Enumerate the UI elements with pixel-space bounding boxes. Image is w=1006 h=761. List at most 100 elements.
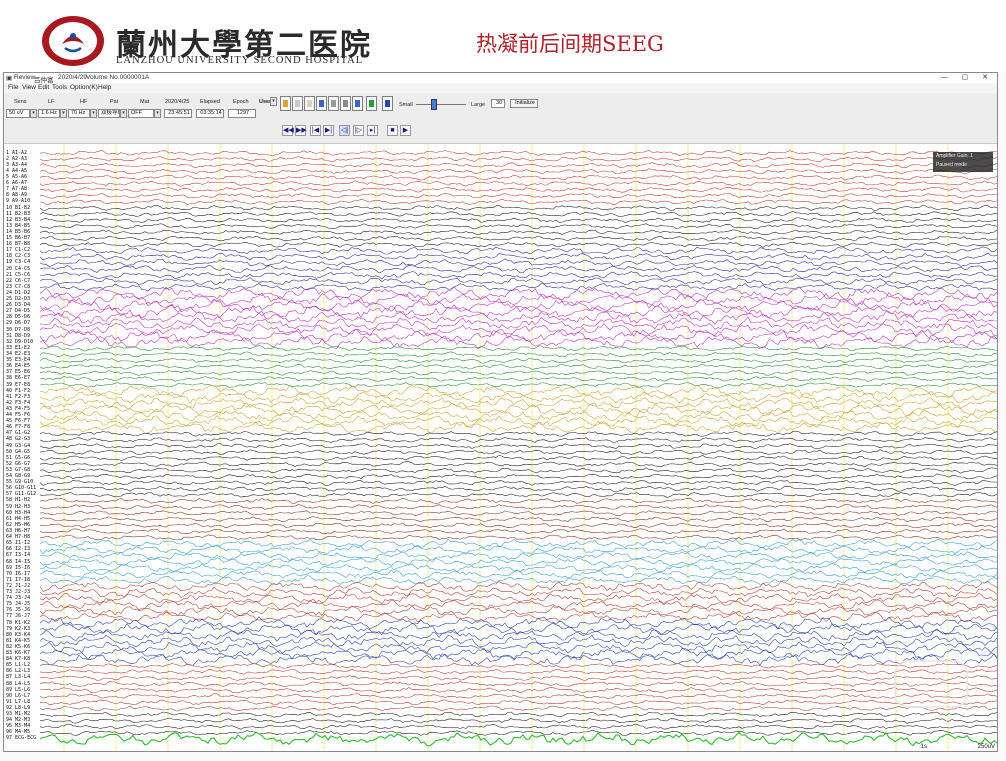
- channel-label[interactable]: 78 K1-K2: [6, 620, 30, 626]
- play-icon[interactable]: ▶: [400, 125, 411, 136]
- channel-label[interactable]: 60 H3-H4: [6, 510, 30, 516]
- channel-label[interactable]: 79 K2-K3: [6, 626, 30, 632]
- initialize-button[interactable]: Initialize: [510, 99, 538, 108]
- step-back-icon[interactable]: ◁|: [339, 125, 350, 136]
- size-slider-thumb[interactable]: [431, 99, 437, 110]
- print-icon[interactable]: [340, 96, 351, 111]
- jump-end-icon[interactable]: ▸|: [367, 125, 378, 136]
- sens-dropdown-icon[interactable]: ▾: [30, 109, 37, 118]
- channel-label[interactable]: 10 B1-B2: [6, 205, 30, 211]
- slide-title: 热凝前后间期SEEG: [476, 32, 664, 56]
- size-slider-track[interactable]: [416, 104, 466, 105]
- hf-select[interactable]: 70 Hz: [68, 109, 90, 118]
- channel-label[interactable]: 97 ECG-ECG: [6, 736, 36, 741]
- channel-label[interactable]: 51 G5-G6: [6, 455, 30, 461]
- channel-label[interactable]: 9 A9-A10: [6, 199, 30, 204]
- step-forward-icon[interactable]: |▷: [353, 125, 364, 136]
- channel-label[interactable]: 11 B2-B3: [6, 211, 30, 217]
- channel-label[interactable]: 80 K3-K4: [6, 632, 30, 638]
- menu-tools[interactable]: Tools: [52, 84, 67, 91]
- eeg-trace: [39, 363, 997, 370]
- channel-label[interactable]: 40 F1-F2: [6, 388, 30, 394]
- channel-label[interactable]: 59 H2-H3: [6, 504, 30, 510]
- menu-file[interactable]: File: [8, 84, 18, 91]
- skip-end-icon[interactable]: ▶|: [323, 125, 334, 136]
- channel-label[interactable]: 87 L3-L4: [6, 675, 30, 680]
- sens-select[interactable]: 50 uV: [6, 109, 30, 118]
- channel-label[interactable]: 77 J6-J7: [6, 614, 30, 619]
- channel-label[interactable]: 50 G4-G5: [6, 449, 30, 455]
- channel-label[interactable]: 32 D9-D10: [6, 339, 33, 345]
- status-overlay: Amplifier Gain: 1 Paused mode: [933, 152, 993, 172]
- skip-start-icon[interactable]: |◀: [310, 125, 321, 136]
- channel-label[interactable]: 58 H1-H2: [6, 498, 30, 503]
- mat-dropdown-icon[interactable]: ▾: [154, 109, 161, 118]
- size-value-field[interactable]: 30: [491, 99, 505, 108]
- channel-label[interactable]: 88 L4-L5: [6, 681, 30, 687]
- channel-label[interactable]: 38 E6-E7: [6, 376, 30, 381]
- pat-select[interactable]: 双极导联: [98, 109, 120, 118]
- export-icon[interactable]: [352, 96, 363, 111]
- eeg-trace: [39, 455, 997, 461]
- wave-icon[interactable]: [366, 96, 377, 111]
- channel-label[interactable]: 70 I6-I7: [6, 571, 30, 577]
- stop-icon[interactable]: ■: [387, 125, 398, 136]
- eeg-trace: [39, 485, 997, 492]
- channel-label[interactable]: 22 C6-C7: [6, 278, 30, 284]
- channel-label[interactable]: 61 H4-H5: [6, 516, 30, 522]
- eeg-trace: [39, 282, 997, 292]
- pat-label: Pat: [110, 99, 119, 105]
- channel-label[interactable]: 19 C3-C4: [6, 260, 30, 265]
- channel-label[interactable]: 67 I3-I4: [6, 553, 30, 558]
- eeg-trace: [39, 480, 997, 486]
- channel-label[interactable]: 69 I5-I6: [6, 565, 30, 571]
- eeg-trace: [39, 611, 997, 623]
- channel-label[interactable]: 90 L6-L7: [6, 693, 30, 699]
- channel-label[interactable]: 29 D6-D7: [6, 321, 30, 326]
- channel-label[interactable]: 20 C4-C5: [6, 266, 30, 272]
- channel-label[interactable]: 2 A2-A3: [6, 156, 27, 162]
- window-controls[interactable]: — ▢ ✕: [941, 73, 994, 81]
- menu-help[interactable]: Help: [98, 84, 111, 91]
- eeg-trace: [39, 443, 997, 449]
- camera-icon[interactable]: [328, 96, 339, 111]
- menu-option[interactable]: Option(K): [70, 84, 98, 91]
- channel-label[interactable]: 89 L5-L6: [6, 687, 30, 693]
- channel-label[interactable]: 39 E7-E8: [6, 382, 30, 388]
- channel-label[interactable]: 31 D8-D9: [6, 333, 30, 339]
- pat-dropdown-icon[interactable]: ▾: [120, 109, 127, 118]
- eeg-trace: [39, 605, 997, 617]
- channel-label[interactable]: 30 D7-D8: [6, 327, 30, 333]
- eeg-trace: [39, 580, 997, 592]
- hf-dropdown-icon[interactable]: ▾: [90, 109, 97, 118]
- channel-label[interactable]: 41 F2-F3: [6, 394, 30, 400]
- user-dropdown-icon[interactable]: ▾: [270, 97, 277, 106]
- open-file-icon[interactable]: [280, 96, 291, 111]
- date-label: 2020/4/25: [165, 99, 190, 105]
- edit-icon[interactable]: [292, 96, 303, 111]
- save-icon[interactable]: [382, 96, 393, 111]
- time-scale-label: 1s: [920, 744, 927, 750]
- mat-select[interactable]: OFF: [128, 109, 154, 118]
- eeg-trace: [39, 192, 997, 199]
- rewind-fast-icon[interactable]: ◀◀: [282, 125, 294, 136]
- eeg-trace: [39, 491, 997, 498]
- lf-select[interactable]: 1.6 Hz: [38, 109, 60, 118]
- channel-label[interactable]: 48 G2-G3: [6, 437, 30, 442]
- lf-dropdown-icon[interactable]: ▾: [60, 109, 67, 118]
- channel-label[interactable]: 49 G3-G4: [6, 443, 30, 449]
- eeg-trace: [39, 329, 997, 344]
- menu-edit[interactable]: Edit: [38, 84, 49, 91]
- channel-label[interactable]: 12 B3-B4: [6, 217, 30, 223]
- eeg-trace: [39, 384, 997, 398]
- small-label: Small: [399, 102, 413, 108]
- measure-icon[interactable]: [316, 96, 327, 111]
- eeg-panel[interactable]: 1 A1-A2 2 A2-A3 3 A3-A4 4 A4-A5 5 A5-A6 6 A6-…: [4, 144, 997, 751]
- forward-fast-icon[interactable]: ▶▶: [295, 125, 307, 136]
- channel-label[interactable]: 1 A1-A2: [6, 150, 27, 156]
- channel-label[interactable]: 21 C5-C6: [6, 272, 30, 278]
- eeg-trace: [39, 528, 997, 535]
- channel-label[interactable]: 68 I4-I5: [6, 559, 30, 565]
- menu-view[interactable]: View: [22, 84, 36, 91]
- copy-icon[interactable]: [304, 96, 315, 111]
